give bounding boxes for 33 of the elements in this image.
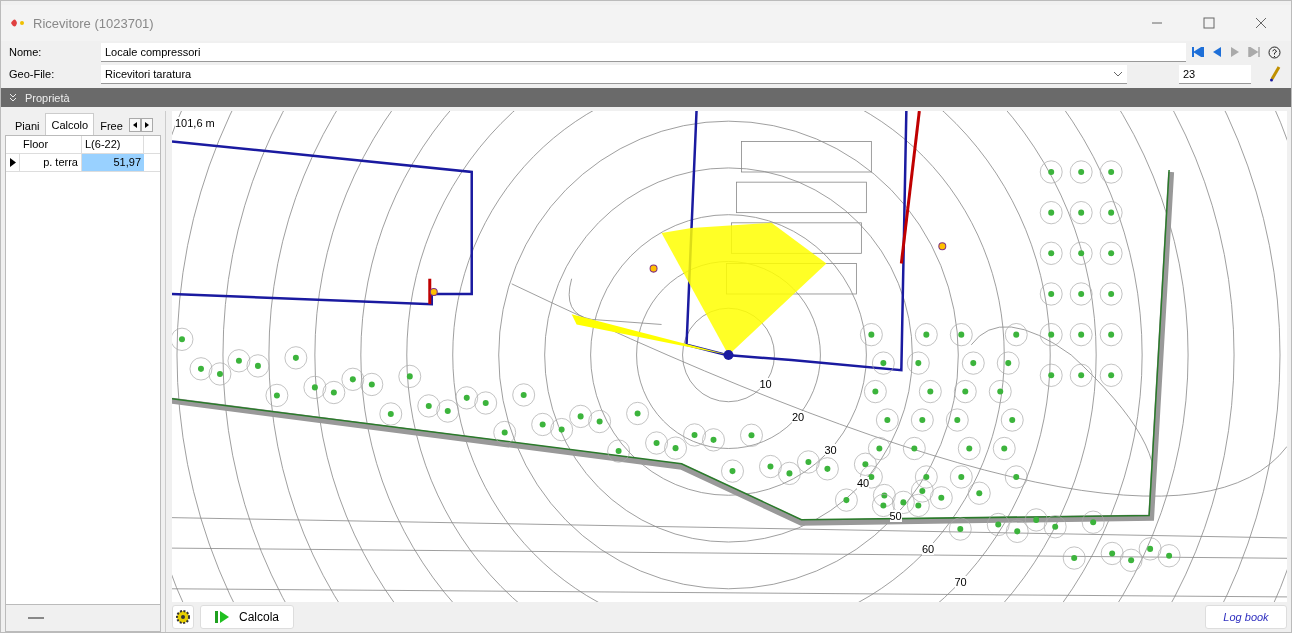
number-field[interactable]: 23 — [1179, 64, 1251, 84]
play-icon — [215, 611, 229, 623]
caret-left-icon — [132, 122, 137, 128]
distance-label: 60 — [922, 543, 935, 555]
calculate-button[interactable]: Calcola — [200, 605, 295, 629]
distance-label: 40 — [857, 477, 870, 489]
log-book-button[interactable]: Log book — [1205, 605, 1287, 629]
settings-button[interactable] — [172, 605, 194, 629]
chevron-down-icon — [1113, 70, 1123, 77]
close-icon — [1255, 17, 1267, 29]
table-cell: 51,97 — [82, 154, 144, 171]
geo-file-label: Geo-File: — [9, 68, 56, 80]
distance-label: 70 — [954, 576, 967, 588]
help-icon[interactable] — [1266, 43, 1283, 61]
column-header: Floor — [20, 136, 82, 153]
gear-icon — [176, 610, 190, 624]
minus-icon[interactable] — [28, 616, 44, 620]
tab[interactable]: Calcolo — [45, 113, 95, 135]
distance-label: 30 — [824, 444, 837, 456]
name-label: Nome: — [9, 46, 43, 58]
map-scale: 101,6 m — [175, 117, 215, 129]
window-title: Ricevitore (1023701) — [33, 15, 155, 31]
section-header[interactable]: Proprietà — [1, 88, 1291, 107]
caret-right-icon — [144, 122, 149, 128]
geo-file-dropdown[interactable]: Ricevitori taratura — [101, 64, 1127, 84]
distance-label: 10 — [759, 378, 772, 390]
maximize-icon — [1203, 17, 1215, 29]
column-header: L(6-22) — [82, 136, 144, 153]
distance-label: 20 — [792, 411, 805, 423]
pencil-icon[interactable] — [1267, 65, 1283, 83]
distance-label: 50 — [889, 510, 902, 522]
name-field[interactable]: Locale compressori — [101, 42, 1186, 62]
section-title: Proprietà — [25, 91, 70, 104]
